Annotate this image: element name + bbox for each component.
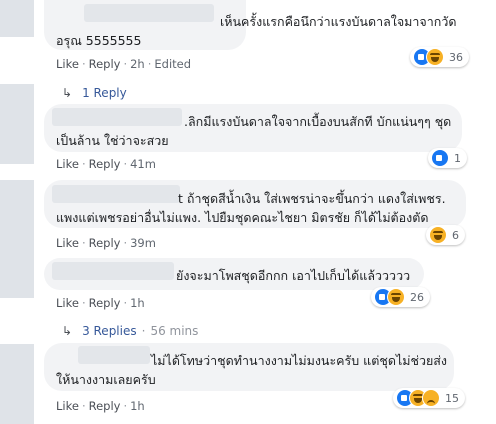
view-replies-link[interactable]: ↳ 1 Reply xyxy=(62,86,127,100)
reaction-count: 15 xyxy=(445,391,459,405)
reaction-count: 26 xyxy=(410,290,424,304)
reply-link[interactable]: Reply xyxy=(89,157,121,171)
comment-actions: Like · Reply · 41m xyxy=(56,157,156,171)
view-replies-link[interactable]: ↳ 3 Replies · 56 mins xyxy=(62,324,198,338)
reaction-summary[interactable]: 1 xyxy=(428,148,467,168)
replies-count[interactable]: 1 Reply xyxy=(82,86,127,100)
comment-text: เป็นล้าน ใช่ว่าจะสวย xyxy=(56,133,169,148)
reaction-count: 36 xyxy=(449,50,463,64)
comment-text: ไม่ได้โทษว่าชุดทำนางงามไม่มงนะครับ แต่ชุ… xyxy=(151,353,448,368)
commenter-avatar[interactable] xyxy=(0,84,34,164)
comment-actions: Like · Reply · 1h xyxy=(56,399,145,413)
commenter-avatar[interactable] xyxy=(0,344,34,424)
like-reaction-icon xyxy=(431,149,449,167)
reply-link[interactable]: Reply xyxy=(89,296,121,310)
commenter-avatar[interactable] xyxy=(0,0,34,37)
comment-actions: Like · Reply · 2h · Edited xyxy=(56,57,192,71)
reaction-summary[interactable]: 15 xyxy=(393,388,465,408)
commenter-avatar[interactable] xyxy=(0,258,34,298)
replies-count[interactable]: 3 Replies xyxy=(82,324,137,338)
edited-label[interactable]: Edited xyxy=(154,57,191,71)
comment-text: ให้นางงามเลยครับ xyxy=(56,372,156,387)
reply-arrow-icon: ↳ xyxy=(62,86,73,100)
comment-actions: Like · Reply · 1h xyxy=(56,296,145,310)
reaction-summary[interactable]: 6 xyxy=(426,225,465,245)
comment-actions: Like · Reply · 39m xyxy=(56,236,156,250)
reply-arrow-icon: ↳ xyxy=(62,324,73,338)
haha-reaction-icon xyxy=(426,48,444,66)
redacted-commenter-name xyxy=(52,185,180,203)
haha-reaction-icon xyxy=(429,226,447,244)
redacted-commenter-name xyxy=(52,108,182,126)
comment-text: .ลิกมีแรงบันดาลใจจากเบื้องบนสักที บักแน่… xyxy=(184,114,452,129)
redacted-commenter-name xyxy=(78,346,150,364)
reaction-summary[interactable]: 26 xyxy=(371,287,430,307)
reaction-count: 6 xyxy=(452,228,459,242)
timestamp[interactable]: 1h xyxy=(130,296,145,310)
reply-link[interactable]: Reply xyxy=(89,57,121,71)
replies-time: 56 mins xyxy=(150,324,199,338)
like-link[interactable]: Like xyxy=(56,296,79,310)
sad-reaction-icon xyxy=(422,389,440,407)
reaction-summary[interactable]: 36 xyxy=(410,47,469,67)
timestamp[interactable]: 41m xyxy=(130,157,156,171)
redacted-commenter-name xyxy=(84,4,214,22)
like-link[interactable]: Like xyxy=(56,157,79,171)
reply-link[interactable]: Reply xyxy=(89,236,121,250)
comment-text: อรุณ 5555555 xyxy=(56,33,142,48)
timestamp[interactable]: 2h xyxy=(130,57,145,71)
comment-text: ยังจะมาโพสชุดอีกกก เอาไปเก็บได้แล้ววววว xyxy=(176,268,411,283)
commenter-avatar[interactable] xyxy=(0,180,34,260)
comment-text: t ถ้าชุดสีน้ำเงิน ใส่เพชรน่าจะขึ้นกว่า แ… xyxy=(178,191,446,206)
like-link[interactable]: Like xyxy=(56,399,79,413)
like-link[interactable]: Like xyxy=(56,236,79,250)
like-link[interactable]: Like xyxy=(56,57,79,71)
comment-text: แพงแต่เพชรอย่าอื่นไม่แพง. ไปยืมชุดคณะไชย… xyxy=(56,210,429,225)
reaction-count: 1 xyxy=(454,151,461,165)
redacted-commenter-name xyxy=(52,262,174,280)
comment-text: เห็นครั้งแรกคือนึกว่าแรงบันดาลใจมาจากวัด xyxy=(220,14,457,29)
timestamp[interactable]: 39m xyxy=(130,236,156,250)
timestamp[interactable]: 1h xyxy=(130,399,145,413)
reply-link[interactable]: Reply xyxy=(89,399,121,413)
haha-reaction-icon xyxy=(387,288,405,306)
